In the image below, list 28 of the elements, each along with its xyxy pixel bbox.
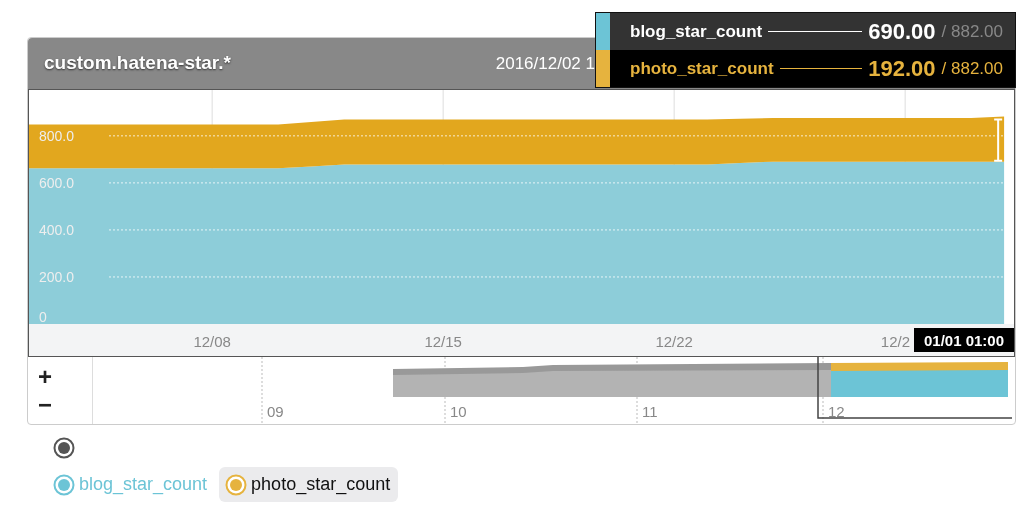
y-axis-label: 0: [39, 309, 47, 325]
zoom-in-button[interactable]: +: [28, 362, 62, 391]
month-label: 10: [450, 403, 467, 420]
series-value: 192.00: [868, 55, 936, 83]
crosshair: [993, 118, 1004, 162]
radio-toggle[interactable]: [53, 436, 75, 459]
x-axis-label: 12/22: [655, 333, 693, 350]
x-axis-label: 12/2: [880, 333, 910, 350]
month-label: 09: [267, 403, 284, 420]
chart-title: custom.hatena-star.*: [44, 51, 231, 76]
y-axis-label: 600.0: [39, 174, 75, 191]
y-axis-label: 400.0: [39, 221, 75, 238]
legend-item[interactable]: photo_star_count: [219, 467, 399, 502]
month-label: 11: [642, 403, 658, 420]
series-total: / 882.00: [941, 57, 1003, 80]
series-value: 690.00: [868, 18, 936, 46]
crosshair-time-label: 01/01 01:00: [914, 328, 1014, 352]
y-axis-label: 200.0: [39, 268, 75, 285]
zoom-out-button[interactable]: −: [28, 390, 62, 419]
time-label: 2016/12/02 1: [495, 52, 595, 75]
y-axis-label: 800.0: [39, 127, 75, 144]
x-axis-label: 12/08: [193, 333, 231, 350]
series-name: blog_star_count: [630, 20, 763, 43]
series-name: photo_star_count: [630, 57, 774, 80]
navigator-selection[interactable]: [817, 357, 1012, 419]
x-axis-label: 12/15: [424, 333, 462, 350]
series-total: / 882.00: [941, 20, 1003, 43]
month-label: 12: [828, 403, 845, 420]
